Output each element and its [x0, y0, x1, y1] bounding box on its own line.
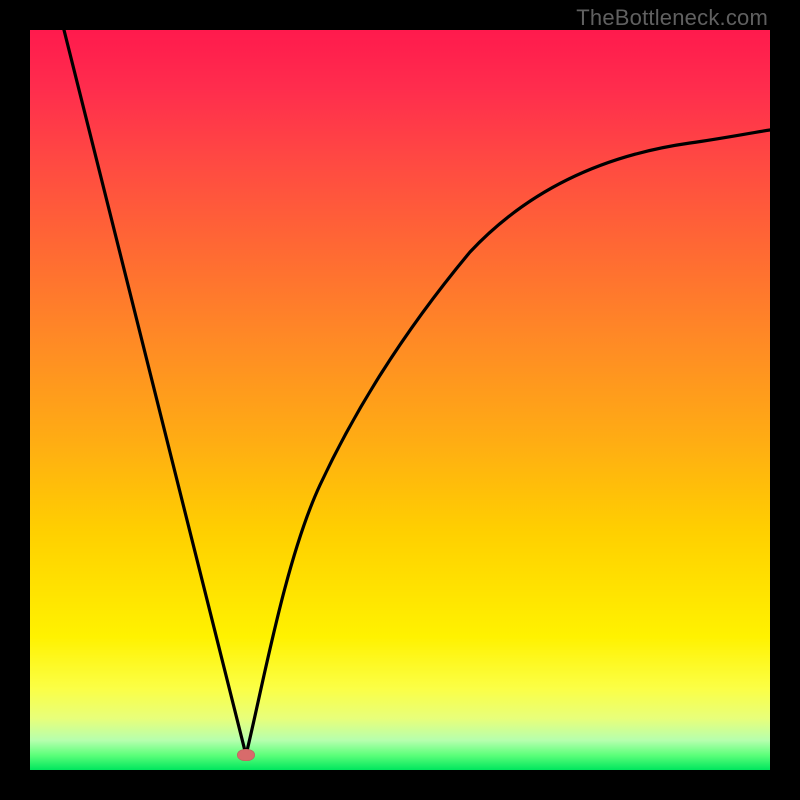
bottleneck-curve — [30, 30, 770, 770]
curve-minimum-marker — [237, 749, 255, 761]
bottleneck-curve-path — [64, 30, 770, 755]
chart-frame — [30, 30, 770, 770]
watermark-text: TheBottleneck.com — [576, 5, 768, 31]
